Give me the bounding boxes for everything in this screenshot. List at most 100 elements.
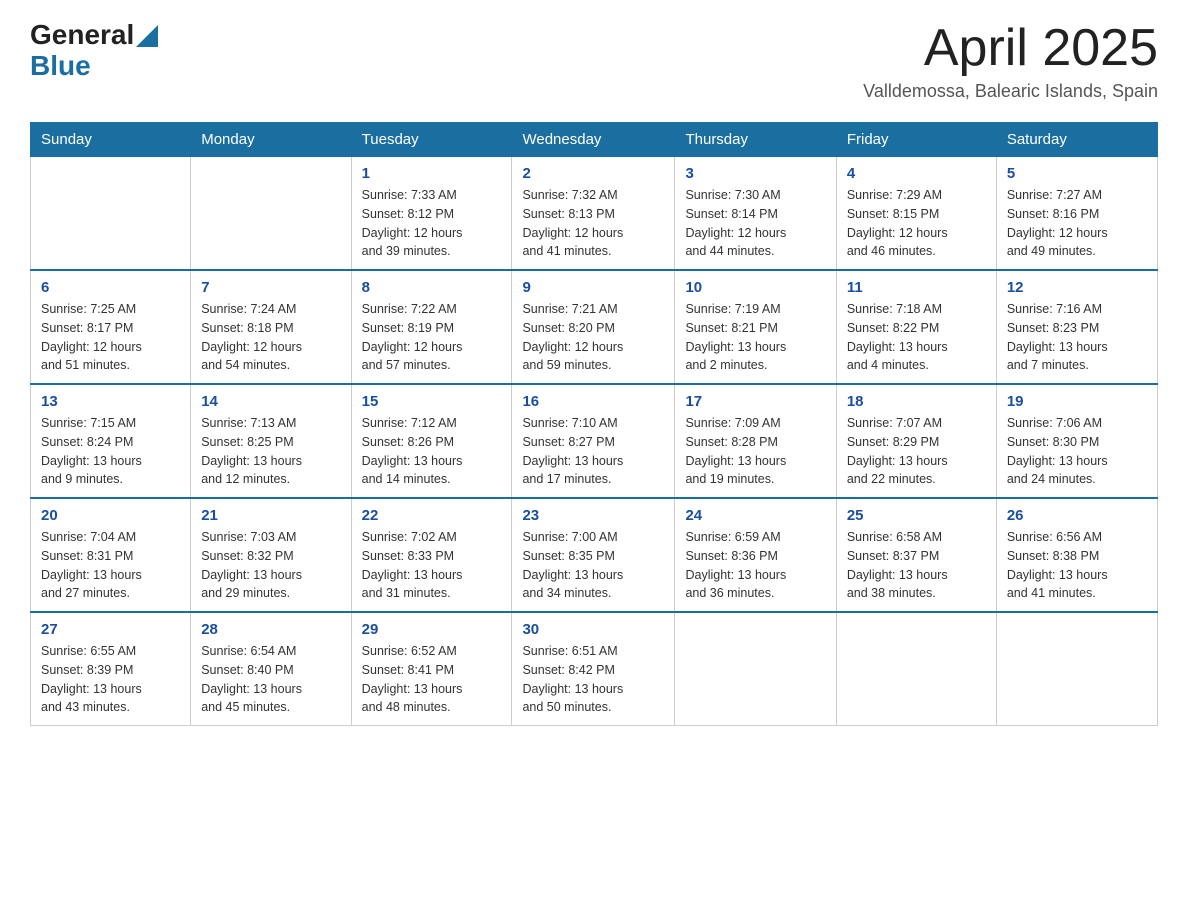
calendar-cell — [675, 612, 836, 726]
calendar-cell: 9 Sunrise: 7:21 AMSunset: 8:20 PMDaylight… — [512, 270, 675, 384]
day-number: 8 — [362, 279, 502, 296]
calendar-cell: 17 Sunrise: 7:09 AMSunset: 8:28 PMDayligh… — [675, 384, 836, 498]
calendar-cell: 28 Sunrise: 6:54 AMSunset: 8:40 PMDayligh… — [191, 612, 351, 726]
day-number: 10 — [685, 279, 825, 296]
calendar-day-header: Friday — [836, 123, 996, 157]
calendar-cell — [836, 612, 996, 726]
day-number: 26 — [1007, 507, 1147, 524]
day-info: Sunrise: 7:19 AMSunset: 8:21 PMDaylight:… — [685, 300, 825, 375]
day-number: 27 — [41, 621, 180, 638]
calendar-cell: 7 Sunrise: 7:24 AMSunset: 8:18 PMDaylight… — [191, 270, 351, 384]
calendar-day-header: Thursday — [675, 123, 836, 157]
calendar-week-row: 6 Sunrise: 7:25 AMSunset: 8:17 PMDaylight… — [31, 270, 1158, 384]
calendar-cell: 8Sunrise: 7:22 AMSunset: 8:19 PMDaylight… — [351, 270, 512, 384]
day-info: Sunrise: 7:33 AMSunset: 8:12 PMDaylight:… — [362, 186, 502, 261]
calendar-day-header: Monday — [191, 123, 351, 157]
day-info: Sunrise: 7:27 AMSunset: 8:16 PMDaylight:… — [1007, 186, 1147, 261]
calendar-cell: 29Sunrise: 6:52 AMSunset: 8:41 PMDayligh… — [351, 612, 512, 726]
calendar-day-header: Sunday — [31, 123, 191, 157]
day-info: Sunrise: 7:13 AMSunset: 8:25 PMDaylight:… — [201, 414, 340, 489]
day-number: 5 — [1007, 165, 1147, 182]
day-number: 13 — [41, 393, 180, 410]
logo: General Blue — [30, 20, 158, 82]
page-title: April 2025 — [863, 20, 1158, 77]
day-info: Sunrise: 6:51 AMSunset: 8:42 PMDaylight:… — [522, 642, 664, 717]
day-info: Sunrise: 6:56 AMSunset: 8:38 PMDaylight:… — [1007, 528, 1147, 603]
calendar-cell: 13 Sunrise: 7:15 AMSunset: 8:24 PMDayligh… — [31, 384, 191, 498]
page-header: General Blue April 2025 Valldemossa, Bal… — [30, 20, 1158, 102]
calendar-cell: 15 Sunrise: 7:12 AMSunset: 8:26 PMDayligh… — [351, 384, 512, 498]
day-number: 15 — [362, 393, 502, 410]
day-info: Sunrise: 6:58 AMSunset: 8:37 PMDaylight:… — [847, 528, 986, 603]
logo-general: General — [30, 20, 134, 51]
day-number: 21 — [201, 507, 340, 524]
day-number: 14 — [201, 393, 340, 410]
calendar-header-row: SundayMondayTuesdayWednesdayThursdayFrid… — [31, 123, 1158, 157]
day-number: 19 — [1007, 393, 1147, 410]
day-info: Sunrise: 7:15 AMSunset: 8:24 PMDaylight:… — [41, 414, 180, 489]
calendar-cell: 4Sunrise: 7:29 AMSunset: 8:15 PMDaylight… — [836, 157, 996, 271]
calendar-cell: 30 Sunrise: 6:51 AMSunset: 8:42 PMDayligh… — [512, 612, 675, 726]
day-number: 30 — [522, 621, 664, 638]
calendar-week-row: 27 Sunrise: 6:55 AMSunset: 8:39 PMDayligh… — [31, 612, 1158, 726]
logo-blue: Blue — [30, 51, 158, 82]
day-info: Sunrise: 7:18 AMSunset: 8:22 PMDaylight:… — [847, 300, 986, 375]
day-info: Sunrise: 7:06 AMSunset: 8:30 PMDaylight:… — [1007, 414, 1147, 489]
calendar-cell: 21 Sunrise: 7:03 AMSunset: 8:32 PMDayligh… — [191, 498, 351, 612]
day-number: 23 — [522, 507, 664, 524]
day-info: Sunrise: 6:59 AMSunset: 8:36 PMDaylight:… — [685, 528, 825, 603]
day-info: Sunrise: 6:55 AMSunset: 8:39 PMDaylight:… — [41, 642, 180, 717]
calendar-cell: 18 Sunrise: 7:07 AMSunset: 8:29 PMDayligh… — [836, 384, 996, 498]
day-number: 17 — [685, 393, 825, 410]
day-number: 25 — [847, 507, 986, 524]
calendar-week-row: 1 Sunrise: 7:33 AMSunset: 8:12 PMDaylight… — [31, 157, 1158, 271]
calendar-cell: 1 Sunrise: 7:33 AMSunset: 8:12 PMDaylight… — [351, 157, 512, 271]
day-number: 6 — [41, 279, 180, 296]
day-number: 9 — [522, 279, 664, 296]
day-number: 7 — [201, 279, 340, 296]
calendar-cell: 10 Sunrise: 7:19 AMSunset: 8:21 PMDayligh… — [675, 270, 836, 384]
calendar-cell: 27 Sunrise: 6:55 AMSunset: 8:39 PMDayligh… — [31, 612, 191, 726]
day-info: Sunrise: 7:07 AMSunset: 8:29 PMDaylight:… — [847, 414, 986, 489]
logo-triangle-icon — [136, 25, 158, 47]
day-info: Sunrise: 7:00 AMSunset: 8:35 PMDaylight:… — [522, 528, 664, 603]
calendar-day-header: Tuesday — [351, 123, 512, 157]
calendar-cell: 19 Sunrise: 7:06 AMSunset: 8:30 PMDayligh… — [996, 384, 1157, 498]
calendar-cell: 12 Sunrise: 7:16 AMSunset: 8:23 PMDayligh… — [996, 270, 1157, 384]
day-number: 2 — [522, 165, 664, 182]
page-subtitle: Valldemossa, Balearic Islands, Spain — [863, 81, 1158, 102]
day-number: 24 — [685, 507, 825, 524]
day-number: 20 — [41, 507, 180, 524]
day-number: 4 — [847, 165, 986, 182]
day-info: Sunrise: 7:03 AMSunset: 8:32 PMDaylight:… — [201, 528, 340, 603]
calendar-cell — [996, 612, 1157, 726]
day-number: 18 — [847, 393, 986, 410]
calendar-week-row: 13 Sunrise: 7:15 AMSunset: 8:24 PMDayligh… — [31, 384, 1158, 498]
day-number: 28 — [201, 621, 340, 638]
day-number: 12 — [1007, 279, 1147, 296]
day-info: Sunrise: 6:54 AMSunset: 8:40 PMDaylight:… — [201, 642, 340, 717]
day-info: Sunrise: 7:16 AMSunset: 8:23 PMDaylight:… — [1007, 300, 1147, 375]
calendar-week-row: 20 Sunrise: 7:04 AMSunset: 8:31 PMDayligh… — [31, 498, 1158, 612]
calendar-cell: 3Sunrise: 7:30 AMSunset: 8:14 PMDaylight… — [675, 157, 836, 271]
day-number: 1 — [362, 165, 502, 182]
calendar-cell: 23 Sunrise: 7:00 AMSunset: 8:35 PMDayligh… — [512, 498, 675, 612]
day-info: Sunrise: 7:30 AMSunset: 8:14 PMDaylight:… — [685, 186, 825, 261]
title-area: April 2025 Valldemossa, Balearic Islands… — [863, 20, 1158, 102]
calendar-day-header: Saturday — [996, 123, 1157, 157]
day-info: Sunrise: 7:04 AMSunset: 8:31 PMDaylight:… — [41, 528, 180, 603]
calendar-cell: 11 Sunrise: 7:18 AMSunset: 8:22 PMDayligh… — [836, 270, 996, 384]
calendar-cell — [191, 157, 351, 271]
day-number: 11 — [847, 279, 986, 296]
calendar-cell: 2Sunrise: 7:32 AMSunset: 8:13 PMDaylight… — [512, 157, 675, 271]
calendar-cell: 25 Sunrise: 6:58 AMSunset: 8:37 PMDayligh… — [836, 498, 996, 612]
day-info: Sunrise: 7:09 AMSunset: 8:28 PMDaylight:… — [685, 414, 825, 489]
calendar-cell: 20 Sunrise: 7:04 AMSunset: 8:31 PMDayligh… — [31, 498, 191, 612]
day-info: Sunrise: 7:25 AMSunset: 8:17 PMDaylight:… — [41, 300, 180, 375]
day-info: Sunrise: 7:24 AMSunset: 8:18 PMDaylight:… — [201, 300, 340, 375]
day-info: Sunrise: 7:21 AMSunset: 8:20 PMDaylight:… — [522, 300, 664, 375]
calendar-table: SundayMondayTuesdayWednesdayThursdayFrid… — [30, 122, 1158, 726]
calendar-cell — [31, 157, 191, 271]
day-info: Sunrise: 7:12 AMSunset: 8:26 PMDaylight:… — [362, 414, 502, 489]
calendar-cell: 24 Sunrise: 6:59 AMSunset: 8:36 PMDayligh… — [675, 498, 836, 612]
